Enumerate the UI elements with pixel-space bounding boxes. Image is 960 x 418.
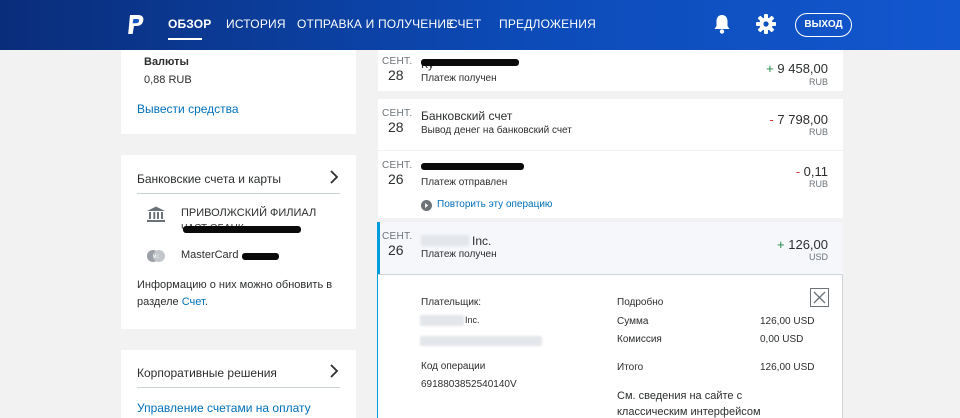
transaction-month: СЕНТ.	[382, 108, 413, 119]
operation-code-label: Код операции	[421, 361, 486, 372]
transaction-currency: RUB	[808, 127, 828, 137]
transaction-row[interactable]: СЕНТ. 26 Платеж отправлен Повторить эту …	[378, 151, 843, 218]
redaction-bar	[183, 226, 301, 233]
redaction-bar	[421, 59, 519, 66]
bank-accounts-card: Банковские счета и карты ПРИВОЛЖСКИЙ ФИЛ…	[121, 155, 356, 329]
balance-card: Валюты 0,88 RUB Вывести средства	[121, 50, 356, 134]
svg-text:MC: MC	[153, 254, 159, 259]
mastercard-name: MasterCard	[181, 249, 239, 261]
amount-value: 7 798,00	[777, 112, 828, 127]
corporate-solutions-title[interactable]: Корпоративные решения	[137, 366, 277, 380]
blurred-name	[421, 235, 469, 246]
currencies-title: Валюты	[144, 56, 189, 68]
transaction-currency: RUB	[808, 77, 828, 87]
bank-icon	[147, 206, 165, 222]
transaction-amount: + 9 458,00	[766, 61, 828, 76]
transaction-currency: USD	[808, 252, 828, 262]
bank-info-text: Информацию о них можно обновить в	[137, 279, 333, 291]
bank-info-text2: разделе	[137, 296, 179, 308]
nav-tab-account[interactable]: СЧЕТ	[449, 17, 481, 31]
bank-account-name: ПРИВОЛЖСКИЙ ФИЛИАЛ	[181, 207, 317, 219]
balance-amount: 0,88 RUB	[144, 74, 192, 86]
transaction-row[interactable]: СЕНТ. 28 Ку Платеж получен + 9 458,00 RU…	[378, 50, 843, 91]
paypal-logo-icon[interactable]	[126, 14, 146, 36]
transaction-day: 26	[388, 171, 404, 187]
transaction-day: 26	[388, 242, 404, 258]
amount-sign: -	[795, 164, 801, 179]
transaction-amount: + 126,00	[777, 237, 828, 252]
total-label: Итого	[617, 362, 644, 373]
classic-site-link-line2[interactable]: классическим интерфейсом	[617, 406, 761, 418]
logout-button[interactable]: ВЫХОД	[795, 13, 852, 37]
amount-value: 9 458,00	[777, 61, 828, 76]
blurred-payer-email	[420, 336, 542, 346]
transaction-row-expanded[interactable]: СЕНТ. 26 Inc. Платеж получен + 126,00 US…	[378, 222, 843, 274]
blurred-payer	[420, 315, 464, 326]
account-section-link[interactable]: Счет	[182, 296, 205, 308]
notifications-bell-icon[interactable]	[712, 13, 732, 35]
transaction-day: 28	[388, 119, 404, 135]
top-navigation-bar: ОБЗОР ИСТОРИЯ ОТПРАВКА И ПОЛУЧЕНИЕ СЧЕТ …	[0, 0, 960, 50]
repeat-arrow-icon[interactable]	[421, 200, 432, 211]
chevron-right-icon[interactable]	[329, 364, 339, 378]
bank-accounts-title[interactable]: Банковские счета и карты	[137, 172, 281, 186]
chevron-right-icon[interactable]	[329, 170, 339, 184]
transaction-details-panel	[378, 274, 843, 418]
redaction-bar	[421, 163, 524, 170]
transaction-amount: - 7 798,00	[769, 112, 828, 127]
amount-value: 126,00 USD	[760, 316, 815, 327]
amount-label: Сумма	[617, 316, 649, 327]
operation-code-value: 6918803852540140V	[421, 379, 517, 390]
details-summary-title: Подробно	[617, 297, 664, 308]
manage-invoices-link[interactable]: Управление счетами на оплату	[137, 401, 311, 415]
payer-label: Плательщик:	[421, 297, 482, 308]
fee-label: Комиссия	[617, 334, 662, 345]
redaction-bar	[242, 253, 279, 260]
nav-tab-offers[interactable]: ПРЕДЛОЖЕНИЯ	[499, 17, 596, 31]
withdraw-funds-link[interactable]: Вывести средства	[137, 102, 239, 116]
amount-sign: +	[777, 237, 785, 252]
nav-tab-overview[interactable]: ОБЗОР	[168, 17, 212, 31]
bank-info-end: .	[204, 296, 208, 308]
transaction-currency: RUB	[808, 179, 828, 189]
transaction-status: Платеж получен	[421, 249, 497, 260]
transaction-name: Банковский счет	[421, 109, 513, 123]
corporate-solutions-card: Корпоративные решения Управление счетами…	[121, 350, 356, 418]
close-icon[interactable]	[813, 291, 826, 304]
divider	[137, 387, 340, 388]
bank-info-line2: разделе Счет.	[137, 296, 208, 308]
classic-site-link-line1[interactable]: См. сведения на сайте с	[617, 390, 742, 402]
divider	[137, 193, 340, 194]
amount-sign: -	[769, 112, 774, 127]
active-tab-indicator	[168, 38, 202, 40]
transaction-status: Платеж отправлен	[421, 177, 508, 188]
payer-name-link[interactable]: Inc.	[465, 315, 480, 325]
mastercard-icon: MC	[147, 250, 165, 262]
settings-gear-icon[interactable]	[755, 13, 777, 35]
transaction-month: СЕНТ.	[382, 160, 413, 171]
nav-tab-history[interactable]: ИСТОРИЯ	[226, 17, 286, 31]
transaction-status: Вывод денег на банковский счет	[421, 125, 572, 136]
close-details-button[interactable]	[810, 288, 829, 307]
transaction-row[interactable]: СЕНТ. 28 Банковский счет Вывод денег на …	[378, 99, 843, 150]
fee-value: 0,00 USD	[760, 334, 804, 345]
amount-sign: +	[766, 61, 774, 76]
transaction-status: Платеж получен	[421, 73, 497, 84]
transaction-amount: - 0,11	[796, 164, 828, 179]
transaction-month: СЕНТ.	[382, 56, 413, 67]
transaction-month: СЕНТ.	[382, 231, 413, 242]
nav-tab-send-receive[interactable]: ОТПРАВКА И ПОЛУЧЕНИЕ	[297, 17, 454, 31]
transaction-day: 28	[388, 67, 404, 83]
transaction-name: Inc.	[472, 234, 492, 248]
amount-value: 126,00	[788, 237, 828, 252]
repeat-operation-link[interactable]: Повторить эту операцию	[437, 199, 552, 210]
amount-value: 0,11	[803, 164, 828, 179]
total-value: 126,00 USD	[760, 362, 815, 373]
